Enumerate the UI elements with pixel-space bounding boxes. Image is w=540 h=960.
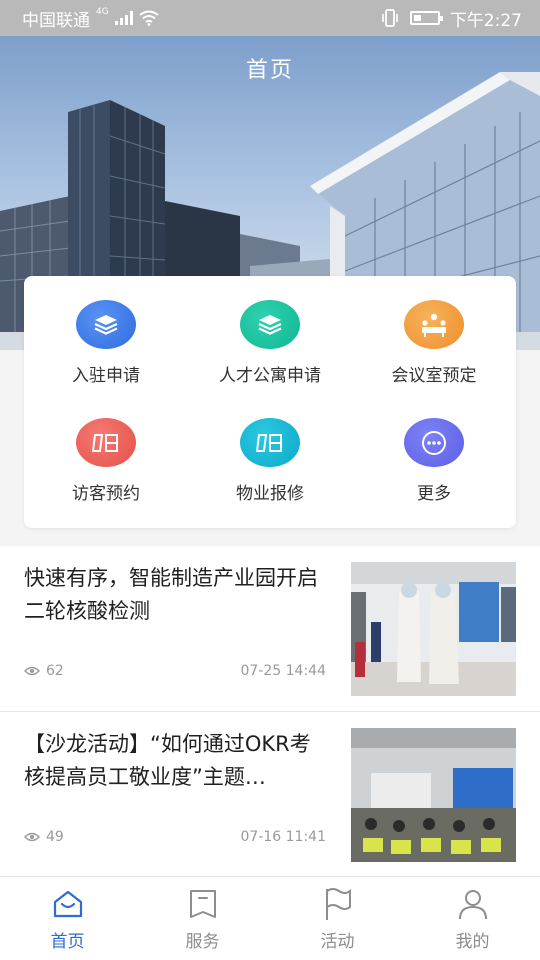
battery-icon <box>409 11 443 25</box>
eye-icon <box>24 832 40 842</box>
clock: 下午2:27 <box>449 10 522 31</box>
status-bar: 中国联通 4G 下午2:27 <box>0 0 540 36</box>
news-title[interactable]: 【沙龙活动】“如何通过OKR考核提高员工敬业度”主题… <box>24 728 328 794</box>
tab-label: 活动 <box>320 932 355 952</box>
home-icon <box>51 887 85 921</box>
news-title[interactable]: 快速有序，智能制造产业园开启二轮核酸检测 <box>24 562 328 628</box>
book-icon <box>76 418 136 467</box>
tab-label: 我的 <box>455 932 490 952</box>
layers-icon <box>76 300 136 349</box>
network-type: 4G <box>96 7 109 17</box>
flag-icon <box>321 887 355 921</box>
quick-menu-card: 入驻申请 人才公寓申请 会议室预定 访客预约 物业报修 更多 <box>24 276 516 528</box>
tab-activities[interactable]: 活动 <box>270 877 405 960</box>
tab-profile[interactable]: 我的 <box>405 877 540 960</box>
tab-label: 服务 <box>185 932 220 952</box>
menu-label: 访客预约 <box>72 484 140 504</box>
eye-icon <box>24 666 40 676</box>
bookmark-icon <box>186 887 220 921</box>
view-count: 49 <box>24 829 64 845</box>
menu-item-settle-apply[interactable]: 入驻申请 <box>24 276 188 386</box>
news-thumbnail[interactable] <box>351 562 516 696</box>
page-title: 首页 <box>245 58 294 83</box>
menu-item-property-repair[interactable]: 物业报修 <box>188 394 352 504</box>
menu-label: 入驻申请 <box>72 366 140 386</box>
meeting-room-icon <box>404 300 464 349</box>
carrier-name: 中国联通 <box>22 10 90 31</box>
menu-item-meeting-room[interactable]: 会议室预定 <box>352 276 516 386</box>
menu-label: 物业报修 <box>236 484 304 504</box>
news-item[interactable]: 【沙龙活动】“如何通过OKR考核提高员工敬业度”主题… 49 07-16 11:… <box>0 712 540 877</box>
view-count: 62 <box>24 663 64 679</box>
tab-services[interactable]: 服务 <box>135 877 270 960</box>
wifi-icon <box>139 10 159 26</box>
menu-label: 更多 <box>417 484 451 504</box>
user-icon <box>456 887 490 921</box>
menu-label: 人才公寓申请 <box>219 366 321 386</box>
menu-item-more[interactable]: 更多 <box>352 394 516 504</box>
menu-item-talent-apartment[interactable]: 人才公寓申请 <box>188 276 352 386</box>
signal-icon <box>114 11 133 25</box>
bottom-tab-bar: 首页 服务 活动 我的 <box>0 876 540 960</box>
news-thumbnail[interactable] <box>351 728 516 862</box>
tab-label: 首页 <box>50 932 85 952</box>
menu-label: 会议室预定 <box>391 366 477 386</box>
news-date: 07-16 11:41 <box>240 829 326 845</box>
vibrate-icon <box>382 9 398 27</box>
view-count-value: 62 <box>46 663 64 679</box>
menu-item-visitor-booking[interactable]: 访客预约 <box>24 394 188 504</box>
news-date: 07-25 14:44 <box>240 663 326 679</box>
book-icon <box>240 418 300 467</box>
more-icon <box>404 418 464 467</box>
tab-home[interactable]: 首页 <box>0 877 135 960</box>
layers-icon <box>240 300 300 349</box>
view-count-value: 49 <box>46 829 64 845</box>
news-item[interactable]: 快速有序，智能制造产业园开启二轮核酸检测 62 07-25 14:44 <box>0 546 540 711</box>
